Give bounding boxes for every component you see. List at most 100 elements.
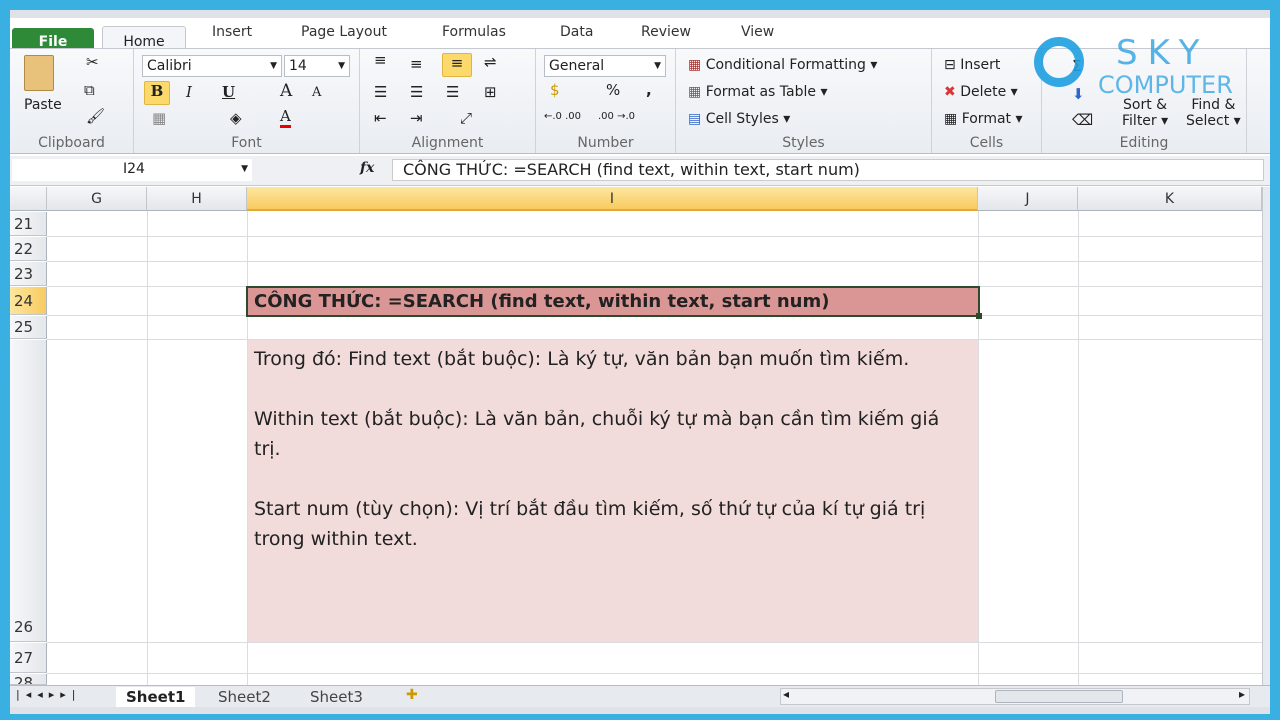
insert-function-button[interactable]: fx: [360, 160, 374, 176]
vertical-scrollbar[interactable]: [1262, 187, 1270, 685]
name-box-value: I24: [123, 161, 145, 177]
tab-insert[interactable]: Insert: [212, 24, 252, 40]
bold-button[interactable]: B: [144, 81, 170, 105]
number-format-select[interactable]: General ▼: [544, 55, 666, 77]
comma-button[interactable]: ,: [646, 81, 652, 99]
sort-filter-button[interactable]: Sort & Filter ▾: [1122, 97, 1168, 129]
find-select-button[interactable]: Find & Select ▾: [1186, 97, 1241, 129]
align-bottom-icon[interactable]: ≡: [442, 53, 472, 77]
number-group: General ▼ $ % , ←.0 .00 .00 →.0 Number: [536, 49, 676, 153]
format-as-table-label: Format as Table: [705, 84, 816, 100]
insert-cells-button[interactable]: ⊟ Insert: [944, 57, 1000, 73]
delete-label: Delete: [960, 84, 1007, 100]
decrease-decimal-button[interactable]: .00 →.0: [598, 111, 635, 122]
tab-view[interactable]: View: [741, 24, 774, 40]
sheet-tab-sheet2[interactable]: Sheet2: [210, 688, 279, 706]
styles-group: ▦ Conditional Formatting ▾ ▦ Format as T…: [676, 49, 932, 153]
conditional-formatting-button[interactable]: ▦ Conditional Formatting ▾: [688, 57, 877, 73]
chevron-down-icon: ▼: [241, 164, 248, 174]
tab-page-layout[interactable]: Page Layout: [301, 24, 387, 40]
tab-formulas[interactable]: Formulas: [442, 24, 506, 40]
row-header-25[interactable]: 25: [10, 316, 47, 339]
spreadsheet-grid: G H I J K 21 22 23 24 25 26 27 28 CÔNG T…: [10, 187, 1262, 685]
tab-data[interactable]: Data: [560, 24, 593, 40]
font-color-button[interactable]: A: [280, 107, 291, 128]
orientation-icon[interactable]: ⤢: [460, 109, 472, 127]
align-right-icon[interactable]: ☰: [446, 83, 459, 101]
fill-color-icon[interactable]: ◈: [230, 109, 242, 127]
decrease-indent-icon[interactable]: ⇤: [374, 109, 387, 127]
column-header-j[interactable]: J: [978, 187, 1078, 211]
format-cells-button[interactable]: ▦ Format ▾: [944, 111, 1023, 127]
underline-button[interactable]: U: [222, 83, 235, 101]
format-label: Format: [961, 111, 1012, 127]
scroll-right-icon[interactable]: ▸: [1239, 687, 1245, 701]
font-size-select[interactable]: 14 ▼: [284, 55, 350, 77]
paste-button[interactable]: Paste: [24, 97, 62, 113]
row-header-21[interactable]: 21: [10, 212, 47, 236]
sheet-tab-sheet3[interactable]: Sheet3: [302, 688, 371, 706]
scroll-left-icon[interactable]: ◂: [783, 687, 789, 701]
format-as-table-button[interactable]: ▦ Format as Table ▾: [688, 84, 827, 100]
horizontal-scrollbar[interactable]: ◂ ▸: [780, 687, 1250, 705]
align-middle-icon[interactable]: ≡: [410, 55, 423, 73]
row-header-26[interactable]: 26: [10, 340, 47, 642]
italic-button[interactable]: I: [186, 83, 192, 101]
cell-styles-label: Cell Styles: [705, 111, 779, 127]
gridline: [978, 211, 979, 685]
cut-icon[interactable]: ✂: [86, 53, 99, 71]
copy-icon[interactable]: ⧉: [84, 81, 95, 99]
name-box[interactable]: I24 ▼: [12, 159, 252, 181]
fill-handle[interactable]: [976, 313, 982, 319]
formula-bar: I24 ▼ fx CÔNG THỨC: =SEARCH (find text, w…: [10, 156, 1270, 186]
select-all-corner[interactable]: [10, 187, 47, 211]
cell-styles-button[interactable]: ▤ Cell Styles ▾: [688, 111, 790, 127]
shrink-font-button[interactable]: A: [312, 85, 321, 100]
ribbon: Paste ✂ ⧉ 🖌 Clipboard Calibri ▼ 14 ▼ B I U…: [10, 33, 1270, 154]
row-header-22[interactable]: 22: [10, 237, 47, 261]
tab-review[interactable]: Review: [641, 24, 691, 40]
font-label: Font: [231, 135, 262, 151]
align-left-icon[interactable]: ☰: [374, 83, 387, 101]
sheet-nav-buttons[interactable]: |◂◂▸▸|: [16, 688, 82, 701]
paste-icon[interactable]: [24, 55, 54, 91]
row-header-24[interactable]: 24: [10, 287, 47, 315]
cell-paragraph: Within text (bắt buộc): Là văn bản, chuỗ…: [254, 408, 940, 460]
cells-group: ⊟ Insert ✖ Delete ▾ ▦ Format ▾ Cells: [932, 49, 1042, 153]
conditional-formatting-icon: ▦: [688, 57, 702, 73]
alignment-group: ≡ ≡ ≡ ⇌ ☰ ☰ ☰ ⊞ ⇤ ⇥ ⤢ Alignment: [360, 49, 536, 153]
row-header-23[interactable]: 23: [10, 262, 47, 286]
cells-label: Cells: [969, 135, 1004, 151]
column-header-i[interactable]: I: [247, 187, 978, 211]
insert-sheet-icon[interactable]: ✚: [406, 687, 418, 703]
column-header-h[interactable]: H: [147, 187, 247, 211]
formula-input[interactable]: CÔNG THỨC: =SEARCH (find text, within te…: [392, 159, 1264, 181]
increase-decimal-button[interactable]: ←.0 .00: [544, 111, 581, 122]
insert-icon: ⊟: [944, 57, 956, 73]
align-center-icon[interactable]: ☰: [410, 83, 423, 101]
column-header-g[interactable]: G: [47, 187, 147, 211]
scrollbar-thumb[interactable]: [995, 690, 1123, 703]
increase-indent-icon[interactable]: ⇥: [410, 109, 423, 127]
cell-i26[interactable]: Trong đó: Find text (bắt buộc): Là ký tự…: [248, 340, 978, 642]
borders-icon[interactable]: ▦: [152, 109, 166, 127]
percent-button[interactable]: %: [606, 81, 620, 99]
currency-icon[interactable]: $: [550, 81, 560, 99]
grow-font-button[interactable]: A: [280, 81, 292, 101]
merge-center-icon[interactable]: ⊞: [484, 83, 497, 101]
format-painter-icon[interactable]: 🖌: [86, 107, 105, 125]
font-name-select[interactable]: Calibri ▼: [142, 55, 282, 77]
number-label: Number: [577, 135, 634, 151]
chevron-down-icon: ▼: [338, 61, 345, 71]
editing-label: Editing: [1119, 135, 1169, 151]
row-header-27[interactable]: 27: [10, 643, 47, 673]
gridline: [1078, 211, 1079, 685]
wrap-text-icon[interactable]: ⇌: [484, 53, 497, 71]
delete-cells-button[interactable]: ✖ Delete ▾: [944, 84, 1018, 100]
align-top-icon[interactable]: ≡: [374, 51, 387, 69]
column-header-k[interactable]: K: [1078, 187, 1262, 211]
clear-icon[interactable]: ⌫: [1072, 111, 1093, 129]
cell-i24[interactable]: CÔNG THỨC: =SEARCH (find text, within te…: [246, 286, 980, 317]
row-header-28[interactable]: 28: [10, 674, 47, 685]
sheet-tab-sheet1[interactable]: Sheet1: [116, 687, 196, 707]
